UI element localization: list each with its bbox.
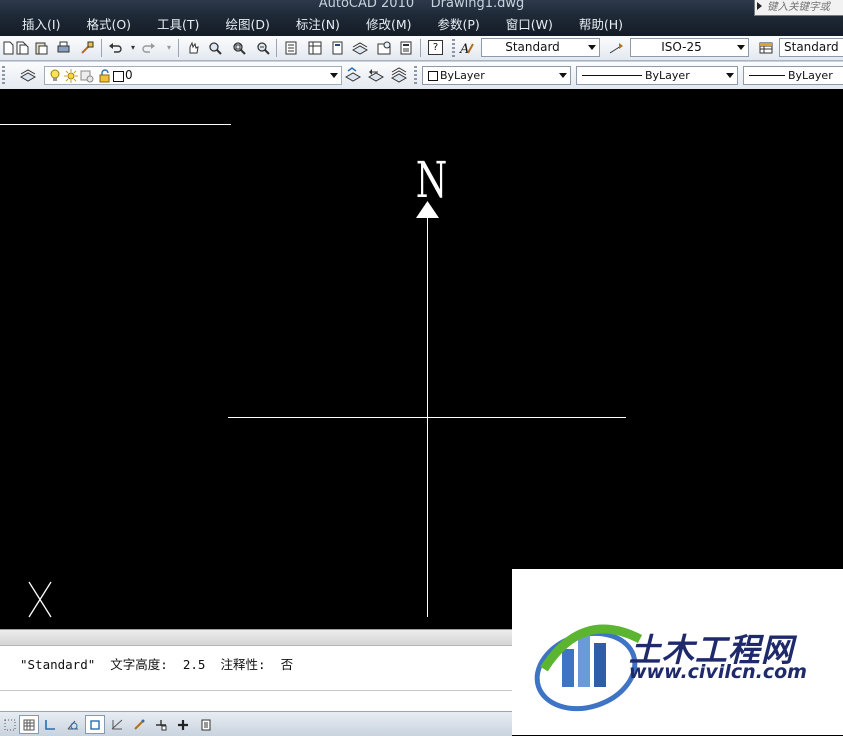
lineweight-icon[interactable]	[173, 715, 193, 734]
viewport-freeze-icon[interactable]	[79, 68, 95, 84]
toolbar-separator	[276, 39, 277, 57]
window-title: AutoCAD 2010 Drawing1.dwg	[318, 0, 525, 11]
menu-insert[interactable]: 插入(I)	[0, 14, 73, 36]
paste-icon[interactable]	[33, 40, 49, 56]
search-arrow-icon[interactable]	[757, 2, 762, 10]
dim-style-dropdown[interactable]: ISO-25	[630, 38, 749, 57]
pan-icon[interactable]	[185, 40, 201, 56]
watermark: 土木工程网 www.civilcn.com	[512, 569, 843, 735]
search-input[interactable]	[767, 0, 843, 15]
chevron-down-icon[interactable]	[555, 67, 570, 84]
svg-text:A: A	[459, 42, 469, 55]
table-style-dropdown[interactable]: Standard	[779, 38, 843, 57]
lineweight-preview	[749, 75, 785, 76]
zoom-window-icon[interactable]	[231, 40, 247, 56]
snap-icon[interactable]	[0, 715, 20, 734]
command-history-line: "Standard" 文字高度: 2.5 注释性: 否	[20, 657, 294, 672]
standard-toolbar: ▾ ▾ ? A Standard ISO-25 Standard	[0, 36, 843, 61]
dim-style-value: ISO-25	[661, 40, 702, 54]
calculator-icon[interactable]	[398, 40, 414, 56]
undo-dropdown-icon[interactable]: ▾	[125, 40, 141, 56]
qp-icon[interactable]	[196, 715, 216, 734]
watermark-url: www.civilcn.com	[629, 661, 807, 683]
text-style-dropdown[interactable]: Standard	[481, 38, 600, 57]
redo-dropdown-icon[interactable]: ▾	[161, 40, 177, 56]
design-center-icon[interactable]	[307, 40, 323, 56]
undo-icon[interactable]	[107, 40, 123, 56]
sun-icon[interactable]	[63, 68, 79, 84]
layer-previous-icon[interactable]	[368, 67, 384, 83]
toolbar-separator	[101, 39, 102, 57]
layer-manager-icon[interactable]	[20, 67, 36, 83]
open-icon[interactable]	[14, 40, 30, 56]
sheet-set-icon[interactable]	[352, 40, 368, 56]
layer-name: 0	[125, 68, 133, 82]
menu-help[interactable]: 帮助(H)	[566, 14, 636, 36]
menu-parametric[interactable]: 参数(P)	[424, 14, 492, 36]
layers-toolbar: 0 ByLayer ByLayer ByLayer	[0, 61, 843, 90]
menu-draw[interactable]: 绘图(D)	[212, 14, 282, 36]
command-scrollbar[interactable]	[0, 629, 512, 645]
otrack-icon[interactable]	[107, 715, 127, 734]
markup-icon[interactable]	[376, 40, 392, 56]
menu-format[interactable]: 格式(O)	[73, 14, 144, 36]
toolbar-separator	[178, 39, 179, 57]
layer-states-icon[interactable]	[391, 67, 407, 83]
text-style-icon[interactable]: A	[459, 40, 475, 56]
polar-icon[interactable]	[63, 715, 83, 734]
command-divider	[0, 690, 512, 691]
layer-color-swatch	[113, 71, 124, 82]
north-label: N	[415, 151, 448, 209]
grid-icon[interactable]	[19, 715, 39, 734]
ortho-icon[interactable]	[40, 715, 60, 734]
lightbulb-icon[interactable]	[47, 68, 63, 84]
dyn-icon[interactable]	[151, 715, 171, 734]
match-properties-icon[interactable]	[79, 40, 95, 56]
linetype-preview	[582, 75, 642, 76]
lineweight-value: ByLayer	[788, 69, 833, 82]
color-value: ByLayer	[440, 69, 485, 82]
linetype-value: ByLayer	[645, 69, 690, 82]
color-swatch	[428, 71, 438, 81]
make-current-icon[interactable]	[345, 67, 361, 83]
toolbar-separator	[420, 39, 421, 57]
status-bar	[0, 711, 512, 736]
toolbar-grip[interactable]	[414, 66, 417, 84]
chevron-down-icon[interactable]	[733, 39, 748, 56]
command-window[interactable]: "Standard" 文字高度: 2.5 注释性: 否	[0, 645, 512, 712]
chevron-down-icon[interactable]	[584, 39, 599, 56]
ducs-icon[interactable]	[129, 715, 149, 734]
title-bar: AutoCAD 2010 Drawing1.dwg 插入(I) 格式(O) 工具…	[0, 0, 843, 36]
help-icon[interactable]: ?	[428, 40, 443, 55]
redo-icon[interactable]	[141, 40, 157, 56]
table-style-icon[interactable]	[758, 40, 774, 56]
chevron-down-icon[interactable]	[722, 67, 737, 84]
osnap-icon[interactable]	[85, 715, 105, 734]
lineweight-dropdown[interactable]: ByLayer	[743, 66, 843, 85]
properties-icon[interactable]	[283, 40, 299, 56]
color-dropdown[interactable]: ByLayer	[422, 66, 571, 85]
zoom-realtime-icon[interactable]	[207, 40, 223, 56]
toolbar-grip[interactable]	[2, 66, 5, 84]
print-icon[interactable]	[55, 40, 71, 56]
menu-tools[interactable]: 工具(T)	[144, 14, 212, 36]
tool-palettes-icon[interactable]	[330, 40, 346, 56]
toolbar-grip[interactable]	[452, 39, 455, 57]
layer-dropdown[interactable]: 0	[44, 66, 342, 85]
menu-bar: 插入(I) 格式(O) 工具(T) 绘图(D) 标注(N) 修改(M) 参数(P…	[0, 14, 636, 36]
dim-style-icon[interactable]	[609, 40, 625, 56]
menu-dimension[interactable]: 标注(N)	[283, 14, 353, 36]
menu-modify[interactable]: 修改(M)	[353, 14, 425, 36]
menu-window[interactable]: 窗口(W)	[493, 14, 566, 36]
linetype-dropdown[interactable]: ByLayer	[576, 66, 738, 85]
infocenter-search[interactable]	[754, 0, 843, 16]
chevron-down-icon[interactable]	[326, 67, 341, 84]
zoom-previous-icon[interactable]	[255, 40, 271, 56]
lock-icon[interactable]	[97, 68, 113, 84]
text-style-value: Standard	[505, 40, 560, 54]
table-style-value: Standard	[784, 40, 839, 54]
